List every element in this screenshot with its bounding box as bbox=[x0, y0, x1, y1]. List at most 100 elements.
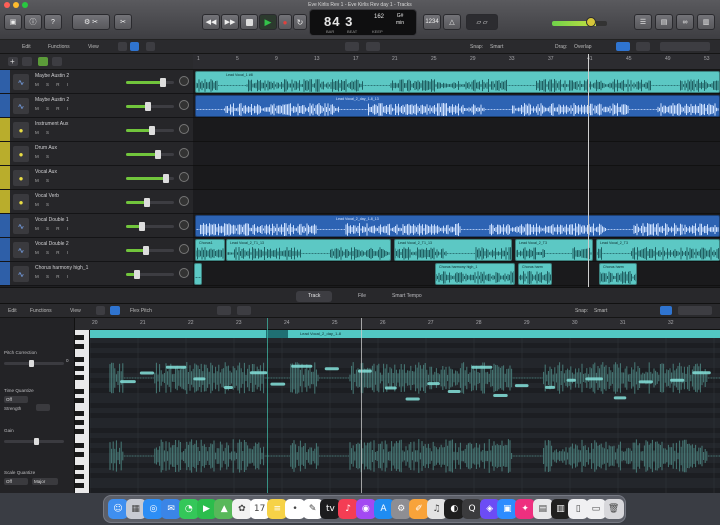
dock-app-trash[interactable]: 🗑 bbox=[603, 499, 624, 519]
track-buttons[interactable]: M S bbox=[35, 154, 52, 159]
editor-zoom-button[interactable] bbox=[678, 306, 712, 315]
scale-quantize-select[interactable]: Off bbox=[4, 478, 28, 485]
track-name[interactable]: Vocal Double 1 bbox=[35, 217, 69, 223]
track-pan-knob[interactable] bbox=[179, 148, 189, 158]
track-header[interactable]: ∿ Maybe Austin 2 M S R I bbox=[0, 70, 193, 94]
piano-black-key[interactable] bbox=[75, 483, 84, 488]
flex-mode-button[interactable] bbox=[110, 306, 120, 315]
loop-browser-button[interactable]: ∞ bbox=[676, 14, 694, 30]
editor-playhead[interactable] bbox=[361, 318, 362, 493]
rewind-button[interactable]: ◀◀ bbox=[202, 14, 220, 30]
catch-button[interactable] bbox=[96, 306, 105, 315]
track-name[interactable]: Instrument Aux bbox=[35, 121, 68, 127]
audio-region[interactable]: Lead Vocal_2_T3 bbox=[515, 239, 593, 261]
inspector-button[interactable]: ⓘ bbox=[24, 14, 42, 30]
audio-region[interactable]: Lead Vocal_1 #8 bbox=[195, 71, 720, 93]
track-name[interactable]: Drum Aux bbox=[35, 145, 57, 151]
track-pan-knob[interactable] bbox=[179, 220, 189, 230]
tuner-button[interactable]: ▱ ▱ bbox=[466, 14, 498, 30]
audio-region[interactable]: Chorus1 bbox=[195, 239, 225, 261]
track-buttons[interactable]: M S R I bbox=[35, 250, 71, 255]
minimize-window-button[interactable] bbox=[13, 2, 19, 8]
audio-region[interactable]: Chorus harmony high_1 bbox=[435, 263, 515, 285]
add-track-button[interactable]: + bbox=[8, 57, 18, 66]
zoom-window-button[interactable] bbox=[22, 2, 28, 8]
stop-button[interactable] bbox=[240, 14, 258, 30]
waveform-zoom-button[interactable] bbox=[616, 42, 630, 51]
automation-button[interactable] bbox=[130, 42, 139, 51]
piano-black-key[interactable] bbox=[75, 357, 84, 362]
notepad-button[interactable]: ▤ bbox=[655, 14, 673, 30]
piano-black-key[interactable] bbox=[75, 442, 84, 448]
global-solo-button[interactable] bbox=[52, 57, 62, 66]
zoom-vertical-button[interactable] bbox=[636, 42, 650, 51]
fast-forward-button[interactable]: ▶▶ bbox=[221, 14, 239, 30]
piano-black-key[interactable] bbox=[75, 429, 84, 434]
time-quantize-select[interactable]: Off bbox=[4, 396, 28, 403]
flex-button[interactable] bbox=[146, 42, 155, 51]
audio-region[interactable]: Chorus harm bbox=[518, 263, 552, 285]
track-name[interactable]: Chorus harmony high_1 bbox=[35, 265, 88, 271]
track-name[interactable]: Maybe Austin 2 bbox=[35, 97, 69, 103]
track-volume-fader[interactable] bbox=[126, 174, 174, 183]
piano-black-key[interactable] bbox=[75, 366, 84, 371]
editor-waveform-button[interactable] bbox=[660, 306, 672, 315]
record-button[interactable]: ● bbox=[278, 14, 292, 30]
track-buttons[interactable]: M S R I bbox=[35, 226, 71, 231]
track-header[interactable]: ● Vocal Verb M S bbox=[0, 190, 193, 214]
track-volume-fader[interactable] bbox=[126, 126, 174, 135]
tab-smart-tempo[interactable]: Smart Tempo bbox=[380, 291, 434, 302]
gain-slider[interactable] bbox=[4, 438, 64, 445]
track-header[interactable]: ● Vocal Aux M S bbox=[0, 166, 193, 190]
piano-black-key[interactable] bbox=[75, 465, 84, 470]
track-pan-knob[interactable] bbox=[179, 100, 189, 110]
track-name[interactable]: Maybe Austin 2 bbox=[35, 73, 69, 79]
lcd-display[interactable]: 84 3 BAR BEAT 162 KEEP G# min bbox=[309, 9, 417, 36]
track-pan-knob[interactable] bbox=[179, 172, 189, 182]
track-volume-fader[interactable] bbox=[126, 78, 174, 87]
edit-menu[interactable]: Edit bbox=[22, 44, 31, 50]
editor-functions-menu[interactable]: Functions bbox=[30, 308, 52, 314]
track-volume-fader[interactable] bbox=[126, 222, 174, 231]
track-header[interactable]: ∿ Vocal Double 1 M S R I bbox=[0, 214, 193, 238]
track-pan-knob[interactable] bbox=[179, 76, 189, 86]
track-buttons[interactable]: M S R I bbox=[35, 106, 71, 111]
quick-help-button[interactable]: ? bbox=[44, 14, 62, 30]
audio-region[interactable]: Lead Vocal_2_day_1-8_13 bbox=[195, 215, 720, 237]
track-buttons[interactable]: M S bbox=[35, 202, 52, 207]
track-volume-fader[interactable] bbox=[126, 102, 174, 111]
track-volume-fader[interactable] bbox=[126, 246, 174, 255]
metronome-button[interactable]: △ bbox=[443, 14, 461, 30]
master-volume-knob[interactable] bbox=[586, 17, 596, 27]
duplicate-track-button[interactable] bbox=[22, 57, 32, 66]
arrange-area[interactable]: Lead Vocal_1 #8 Lead Vocal_2_day_1-8_13 … bbox=[193, 70, 720, 287]
audio-region[interactable] bbox=[194, 263, 202, 285]
functions-menu[interactable]: Functions bbox=[48, 44, 70, 50]
global-mute-button[interactable] bbox=[38, 57, 48, 66]
cycle-button[interactable]: ↻ bbox=[293, 14, 307, 30]
play-button[interactable]: ▶ bbox=[259, 14, 277, 30]
view-menu[interactable]: View bbox=[88, 44, 99, 50]
alt-tool[interactable] bbox=[366, 42, 380, 51]
piano-black-key[interactable] bbox=[75, 375, 84, 380]
zoom-horizontal-button[interactable] bbox=[660, 42, 710, 51]
audio-region[interactable]: Chorus harm bbox=[599, 263, 637, 285]
track-name[interactable]: Vocal Verb bbox=[35, 193, 59, 199]
audio-region[interactable]: Lead Vocal_2_day_1-8_13 bbox=[195, 95, 720, 117]
editor-alt-tool[interactable] bbox=[237, 306, 251, 315]
editor-ruler[interactable]: 20 21 22 23 24 25 26 27 28 29 30 31 32 bbox=[90, 318, 720, 330]
playhead[interactable] bbox=[588, 54, 589, 287]
piano-black-key[interactable] bbox=[75, 397, 84, 403]
tab-file[interactable]: File bbox=[346, 291, 378, 302]
track-volume-fader[interactable] bbox=[126, 150, 174, 159]
flex-mode-select[interactable]: Flex Pitch bbox=[130, 308, 152, 314]
track-header[interactable]: ● Drum Aux M S bbox=[0, 142, 193, 166]
track-header[interactable]: ∿ Maybe Austin 2 M S R I bbox=[0, 94, 193, 118]
strength-field[interactable] bbox=[36, 404, 50, 411]
track-buttons[interactable]: M S bbox=[35, 178, 52, 183]
track-pan-knob[interactable] bbox=[179, 244, 189, 254]
piano-black-key[interactable] bbox=[75, 343, 84, 349]
track-header[interactable]: ● Instrument Aux M S bbox=[0, 118, 193, 142]
editors-button[interactable]: ✂ bbox=[114, 14, 132, 30]
library-button[interactable]: ▣ bbox=[4, 14, 22, 30]
